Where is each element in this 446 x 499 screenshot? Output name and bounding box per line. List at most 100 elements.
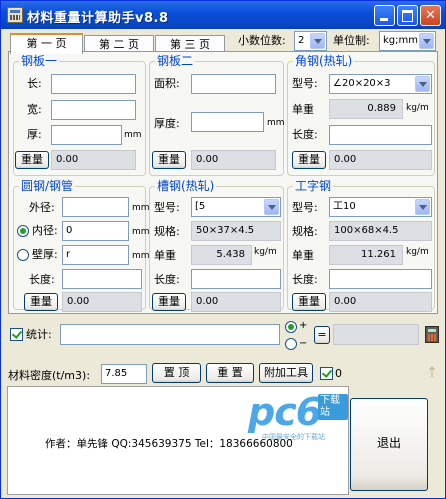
plate2-thickness-label: 厚度: <box>154 117 180 130</box>
channel-weight-button[interactable]: 重量 <box>152 293 186 311</box>
pipe-weight-button[interactable]: 重量 <box>24 293 58 311</box>
pipe-wall-unit: mm <box>132 251 150 261</box>
extra-tools-button[interactable]: 附加工具 <box>259 363 313 383</box>
pipe-inner-input[interactable]: 0 <box>62 221 129 241</box>
pipe-wall-input[interactable]: r <box>62 245 129 265</box>
ibeam-length-input[interactable] <box>329 269 432 289</box>
tab-page-1[interactable]: 第 一 页 <box>10 33 83 54</box>
plate2-thickness-input[interactable] <box>191 112 264 132</box>
angle-unit-weight-unit: kg/m <box>406 103 429 113</box>
channel-length-input[interactable] <box>191 269 281 289</box>
plate2-title: 钢板二 <box>155 54 196 68</box>
close-button[interactable]: ✕ <box>420 5 441 26</box>
angle-model-value: ∠20×20×3 <box>333 78 391 89</box>
title-bar[interactable]: 材料重量计算助手v8.8 ✕ <box>1 1 445 29</box>
stats-input[interactable] <box>60 324 280 345</box>
option-checkbox-label: 0 <box>335 367 342 380</box>
ibeam-spec-label: 规格: <box>292 225 318 238</box>
plate1-title: 钢板一 <box>19 54 60 68</box>
app-icon <box>7 7 23 23</box>
pipe-result: 0.00 <box>62 292 142 312</box>
angle-result: 0.00 <box>329 150 432 170</box>
pipe-group: 圆钢/钢管 外径: mm 内径: 0 mm 壁厚: r mm 长度: 重量 0.… <box>13 179 150 312</box>
channel-title: 槽钢(热轧) <box>155 179 217 193</box>
decimals-label: 小数位数: <box>238 34 286 47</box>
plate1-thickness-unit: mm <box>124 130 142 140</box>
plate2-area-label: 面积: <box>154 77 180 90</box>
decimals-value: 2 <box>298 35 305 46</box>
plus-radio[interactable] <box>285 321 297 333</box>
pipe-inner-label: 内径: <box>32 224 58 237</box>
plate1-width-input[interactable] <box>51 100 136 120</box>
plate2-area-input[interactable] <box>191 74 276 94</box>
minus-label: − <box>299 338 308 349</box>
ibeam-result: 0.00 <box>329 292 432 312</box>
plate2-group: 钢板二 面积: 厚度: mm 重量 0.00 <box>149 54 285 176</box>
ibeam-unit-weight-unit: kg/m <box>406 247 429 257</box>
channel-result: 0.00 <box>191 292 281 312</box>
inner-diameter-radio[interactable] <box>17 225 29 237</box>
wall-thickness-radio[interactable] <box>17 249 29 261</box>
pin-top-button[interactable]: 置 顶 <box>152 363 201 383</box>
pipe-inner-unit: mm <box>132 227 150 237</box>
angle-model-label: 型号: <box>292 77 318 90</box>
ibeam-spec: 100×68×4.5 <box>329 221 432 241</box>
exit-button[interactable]: 退出 <box>350 398 428 491</box>
ibeam-weight-button[interactable]: 重量 <box>292 293 326 311</box>
ibeam-model-label: 型号: <box>292 201 318 214</box>
angle-model-select[interactable]: ∠20×20×3 <box>329 74 432 94</box>
ibeam-model-value: 工10 <box>333 201 356 212</box>
stats-checkbox[interactable] <box>10 328 23 341</box>
option-checkbox[interactable] <box>320 367 333 380</box>
chevron-down-icon <box>415 199 430 215</box>
info-panel: pc6 下载站 中国最安全的下载站 作者：单先锋 QQ:345639375 Te… <box>7 386 349 495</box>
ibeam-model-select[interactable]: 工10 <box>329 197 432 217</box>
minimize-button[interactable] <box>374 5 395 26</box>
angle-length-input[interactable] <box>329 125 432 145</box>
stats-result <box>333 324 419 345</box>
angle-weight-button[interactable]: 重量 <box>292 151 326 169</box>
maximize-button[interactable] <box>397 5 418 26</box>
arrow-up-icon[interactable]: ↑ <box>426 363 438 383</box>
pipe-title: 圆钢/钢管 <box>19 179 76 193</box>
maximize-icon <box>398 6 417 25</box>
channel-unit-weight-unit: kg/m <box>254 247 277 257</box>
pipe-length-label: 长度: <box>29 273 55 286</box>
unit-system-select[interactable]: kg;mm <box>379 31 436 51</box>
equals-button[interactable]: = <box>314 326 330 344</box>
angle-unit-weight-label: 单重 <box>292 103 314 116</box>
minus-radio[interactable] <box>285 338 297 350</box>
calculator-icon[interactable] <box>425 326 439 343</box>
plate1-group: 钢板一 长: 宽: 厚: mm 重量 0.00 <box>13 54 146 176</box>
plate1-weight-button[interactable]: 重量 <box>15 151 49 169</box>
plate1-length-input[interactable] <box>51 74 136 94</box>
plate2-weight-button[interactable]: 重量 <box>152 151 186 169</box>
stats-label: 统计: <box>26 328 52 341</box>
decimals-select[interactable]: 2 <box>294 31 327 51</box>
channel-spec-label: 规格: <box>154 225 180 238</box>
plate1-width-label: 宽: <box>27 103 42 116</box>
pipe-outer-label: 外径: <box>29 201 55 214</box>
pipe-length-input[interactable] <box>62 269 142 289</box>
plate1-thickness-input[interactable] <box>51 125 122 145</box>
unit-system-value: kg;mm <box>383 35 418 46</box>
chevron-down-icon <box>264 199 279 215</box>
density-input[interactable]: 7.85 <box>101 364 147 384</box>
channel-steel-group: 槽钢(热轧) 型号: [5 规格: 50×37×4.5 单重 5.438 kg/… <box>149 179 284 312</box>
channel-model-value: [5 <box>195 201 206 212</box>
pipe-outer-input[interactable] <box>62 197 129 217</box>
minimize-icon <box>375 6 394 25</box>
angle-unit-weight: 0.889 <box>329 99 403 119</box>
i-beam-group: 工字钢 型号: 工10 规格: 100×68×4.5 单重 11.261 kg/… <box>287 179 435 312</box>
ibeam-title: 工字钢 <box>293 179 334 193</box>
plate2-thickness-unit: mm <box>267 118 285 128</box>
reset-button[interactable]: 重 置 <box>206 363 254 383</box>
tab-panel: 钢板一 长: 宽: 厚: mm 重量 0.00 钢板二 面积: 厚度: mm 重… <box>8 51 438 314</box>
window-title: 材料重量计算助手v8.8 <box>27 11 169 26</box>
ibeam-length-label: 长度: <box>292 273 318 286</box>
channel-length-label: 长度: <box>154 273 180 286</box>
channel-model-select[interactable]: [5 <box>191 197 281 217</box>
channel-model-label: 型号: <box>154 201 180 214</box>
plate2-result: 0.00 <box>191 150 276 170</box>
chevron-down-icon <box>419 33 434 49</box>
